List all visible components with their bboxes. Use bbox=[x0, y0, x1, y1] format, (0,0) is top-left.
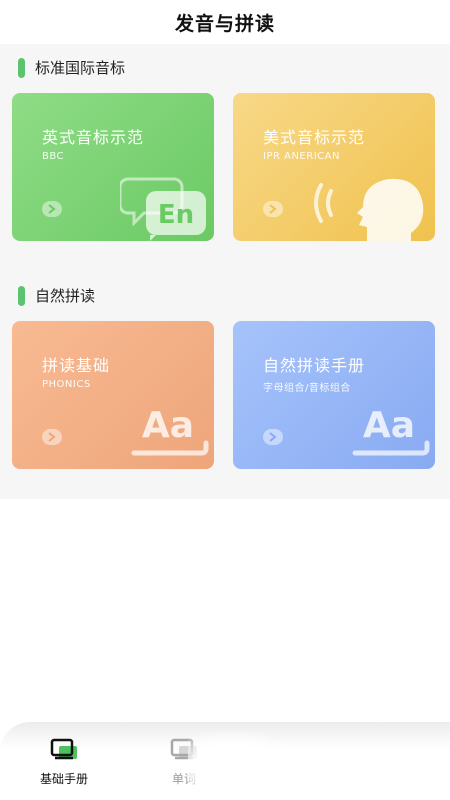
section-title-phonics: 自然拼读 bbox=[18, 285, 95, 306]
card-title: 拼读基础 bbox=[42, 356, 111, 375]
aa-text: Aa bbox=[142, 405, 194, 446]
arrow-right-icon[interactable] bbox=[263, 201, 283, 217]
arrow-right-icon[interactable] bbox=[42, 429, 62, 445]
card-subtitle: 字母组合/音标组合 bbox=[263, 383, 351, 394]
speech-bubble-en-icon: En bbox=[120, 177, 206, 241]
arrow-right-icon[interactable] bbox=[42, 201, 62, 217]
card-title: 英式音标示范 bbox=[42, 128, 145, 147]
page-title: 发音与拼读 bbox=[174, 12, 275, 35]
tab-basic-handbook[interactable]: 基础手册 bbox=[24, 736, 104, 796]
en-text: En bbox=[158, 200, 194, 230]
card-british-ipa[interactable]: 英式音标示范 BBC En bbox=[12, 93, 214, 241]
card-title: 自然拼读手册 bbox=[263, 356, 366, 375]
card-phonics-basics[interactable]: 拼读基础 PHONICS Aa bbox=[12, 321, 214, 469]
card-subtitle: BBC bbox=[42, 151, 65, 162]
touch-overlay bbox=[188, 730, 298, 800]
section-title-ipa: 标准国际音标 bbox=[18, 57, 125, 78]
book-icon bbox=[50, 738, 77, 760]
arrow-right-icon[interactable] bbox=[263, 429, 283, 445]
aa-letters-icon: Aa bbox=[131, 405, 209, 456]
card-phonics-handbook[interactable]: 自然拼读手册 字母组合/音标组合 Aa bbox=[233, 321, 435, 469]
speaking-head-icon bbox=[314, 178, 424, 241]
section-marker bbox=[18, 57, 25, 78]
card-title: 美式音标示范 bbox=[263, 128, 366, 147]
section-label: 标准国际音标 bbox=[35, 59, 126, 77]
app-header: 发音与拼读 bbox=[0, 0, 450, 44]
section-marker bbox=[18, 285, 25, 306]
card-subtitle: IPR ANERICAN bbox=[263, 151, 340, 162]
card-subtitle: PHONICS bbox=[42, 379, 91, 390]
tab-label: 基础手册 bbox=[39, 772, 88, 786]
card-american-ipa[interactable]: 美式音标示范 IPR ANERICAN bbox=[233, 93, 435, 241]
aa-letters-icon: Aa bbox=[352, 405, 430, 456]
aa-text: Aa bbox=[363, 405, 415, 446]
section-label: 自然拼读 bbox=[35, 287, 96, 305]
